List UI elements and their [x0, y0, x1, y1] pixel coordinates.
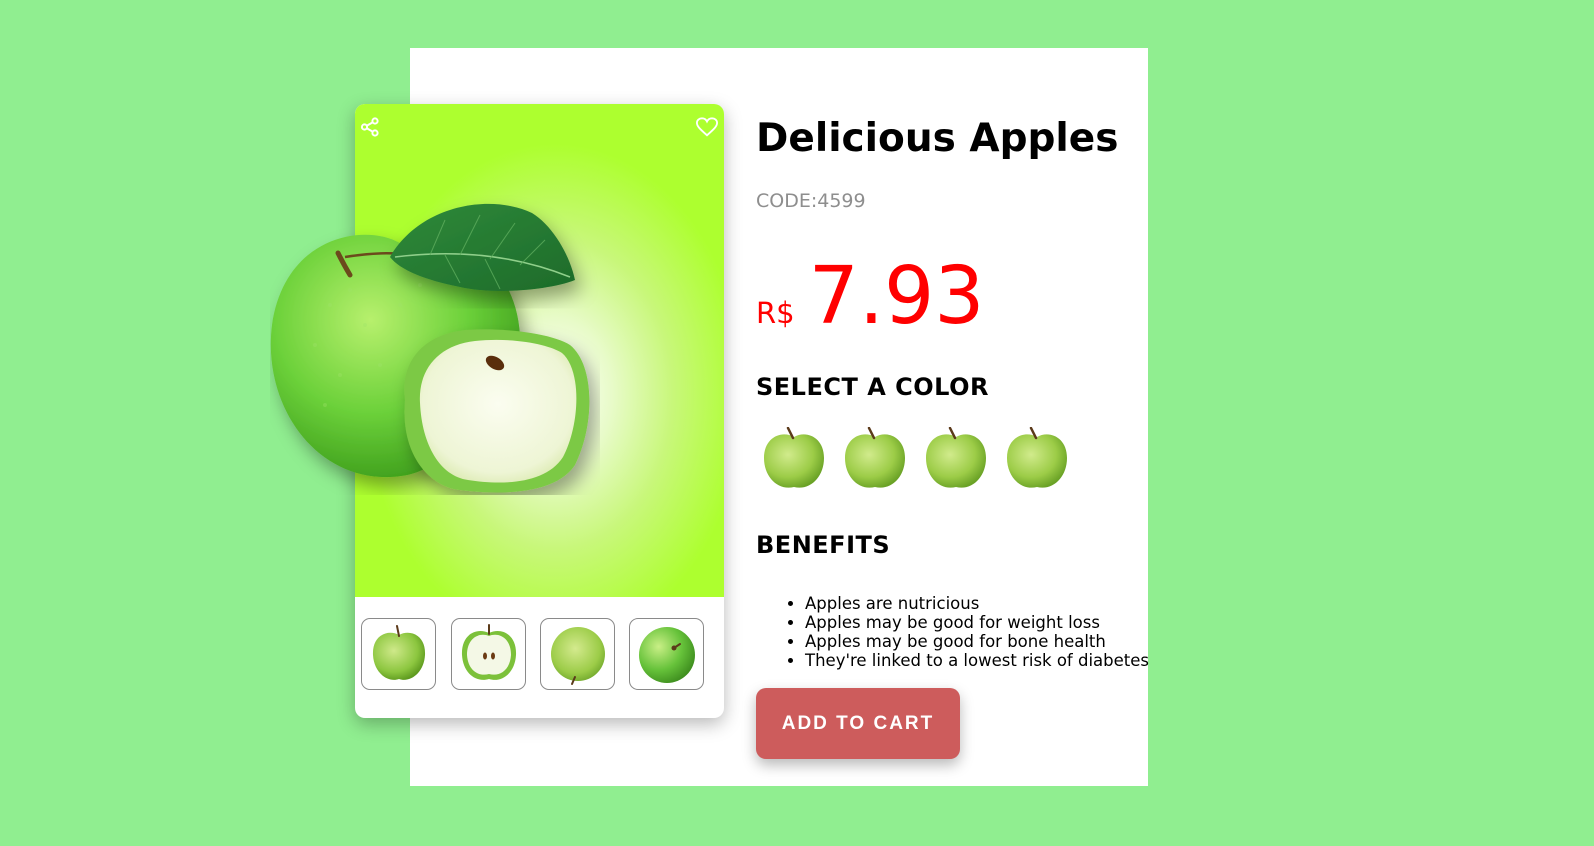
product-hero-image [355, 104, 724, 597]
thumbnail-strip [355, 597, 724, 718]
price-amount: 7.93 [808, 250, 985, 342]
apple-top-thumbnail[interactable] [629, 618, 704, 690]
color-swatches [758, 427, 1088, 495]
list-item: Apples may be good for bone health [805, 632, 1149, 651]
price-currency: R$ [756, 296, 795, 330]
select-color-heading: SELECT A COLOR [756, 373, 989, 401]
whole-apple-thumbnail[interactable] [361, 618, 436, 690]
heart-icon[interactable] [695, 116, 719, 138]
list-item: Apples are nutricious [805, 594, 1149, 613]
product-code: CODE:4599 [756, 190, 866, 212]
green-apple-swatch[interactable] [922, 427, 990, 493]
product-image-card [355, 104, 724, 718]
list-item: Apples may be good for weight loss [805, 613, 1149, 632]
share-icon[interactable] [359, 116, 381, 138]
halved-apple-thumbnail[interactable] [451, 618, 526, 690]
apple-bottom-thumbnail[interactable] [540, 618, 615, 690]
green-apple-swatch[interactable] [841, 427, 909, 493]
product-title: Delicious Apples [756, 116, 1119, 161]
list-item: They're linked to a lowest risk of diabe… [805, 651, 1149, 670]
price: R$ 7.93 [756, 250, 985, 342]
green-apple-swatch[interactable] [1003, 427, 1071, 493]
green-apple-swatch[interactable] [760, 427, 828, 493]
add-to-cart-button[interactable]: ADD TO CART [756, 688, 960, 759]
benefits-list: Apples are nutricious Apples may be good… [756, 594, 1149, 670]
benefits-heading: BENEFITS [756, 531, 891, 559]
